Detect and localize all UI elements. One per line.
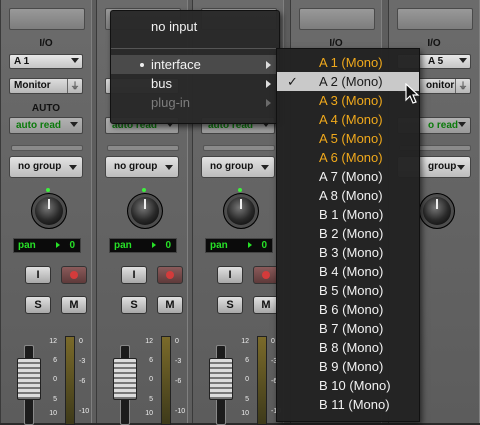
bullet-icon — [140, 63, 144, 67]
menu-separator — [111, 48, 279, 49]
arrow-right-icon — [56, 242, 60, 248]
submenu-item-a8[interactable]: A 8 (Mono) — [277, 186, 419, 205]
insert-slot[interactable] — [9, 8, 85, 30]
group-divider — [203, 145, 275, 151]
chevron-down-icon — [261, 165, 269, 170]
submenu-item-a1[interactable]: A 1 (Mono) — [277, 53, 419, 72]
menu-item-no-input[interactable]: no input — [151, 19, 197, 34]
insert-slot[interactable] — [397, 8, 473, 30]
chevron-down-icon — [70, 122, 78, 127]
submenu-arrow-icon — [266, 61, 271, 69]
level-meter — [257, 336, 267, 425]
record-icon — [70, 271, 78, 279]
mute-button[interactable]: M — [61, 296, 87, 314]
input-button[interactable]: I — [217, 266, 243, 284]
pan-knob[interactable] — [127, 193, 163, 229]
arrow-right-icon — [152, 242, 156, 248]
menu-item-plug-in: plug-in — [111, 93, 279, 112]
input-selector[interactable]: A 1 — [9, 54, 83, 69]
pan-knob[interactable] — [223, 193, 259, 229]
auto-label: AUTO — [31, 103, 61, 114]
record-button[interactable] — [61, 266, 87, 284]
group-divider — [11, 145, 83, 151]
submenu-item-a4[interactable]: A 4 (Mono) — [277, 110, 419, 129]
group-selector[interactable]: no group — [105, 156, 179, 178]
mic-icon[interactable]: ⏚ — [455, 79, 470, 93]
record-icon — [262, 271, 270, 279]
volume-fader[interactable] — [113, 358, 137, 400]
chevron-down-icon — [69, 165, 77, 170]
pan-display: pan 0 — [205, 238, 273, 253]
submenu-item-b11[interactable]: B 11 (Mono) — [277, 395, 419, 414]
pan-display: pan 0 — [13, 238, 81, 253]
solo-button[interactable]: S — [121, 296, 147, 314]
group-selector[interactable]: no group — [201, 156, 275, 178]
level-meter — [161, 336, 171, 425]
submenu-item-a2[interactable]: ✓ A 2 (Mono) — [277, 72, 419, 91]
chevron-down-icon — [165, 165, 173, 170]
group-divider — [107, 145, 179, 151]
input-button[interactable]: I — [121, 266, 147, 284]
pan-knob[interactable] — [31, 193, 67, 229]
interface-submenu: A 1 (Mono) ✓ A 2 (Mono) A 3 (Mono) A 4 (M… — [276, 48, 420, 422]
pan-led — [46, 188, 50, 192]
input-context-menu: no input interface bus plug-in — [110, 10, 280, 124]
submenu-arrow-icon — [266, 99, 271, 107]
submenu-item-b2[interactable]: B 2 (Mono) — [277, 224, 419, 243]
channel-strip-1: I/O A 1 Monitor ⏚ AUTO auto read no group… — [0, 0, 92, 425]
group-selector[interactable]: no group — [9, 156, 83, 178]
input-button[interactable]: I — [25, 266, 51, 284]
insert-slot[interactable] — [299, 8, 375, 30]
submenu-item-b10[interactable]: B 10 (Mono) — [277, 376, 419, 395]
submenu-item-b8[interactable]: B 8 (Mono) — [277, 338, 419, 357]
monitor-selector[interactable]: Monitor ⏚ — [9, 78, 83, 94]
volume-fader[interactable] — [17, 358, 41, 400]
chevron-down-icon — [458, 122, 466, 127]
submenu-item-a5[interactable]: A 5 (Mono) — [277, 129, 419, 148]
record-icon — [166, 271, 174, 279]
solo-button[interactable]: S — [25, 296, 51, 314]
chevron-down-icon — [459, 58, 467, 63]
level-meter — [65, 336, 75, 425]
submenu-item-a6[interactable]: A 6 (Mono) — [277, 148, 419, 167]
mic-icon[interactable]: ⏚ — [67, 79, 82, 93]
record-button[interactable] — [157, 266, 183, 284]
chevron-down-icon — [71, 58, 79, 63]
io-label: I/O — [39, 38, 53, 49]
submenu-item-b5[interactable]: B 5 (Mono) — [277, 281, 419, 300]
mute-button[interactable]: M — [157, 296, 183, 314]
submenu-item-a7[interactable]: A 7 (Mono) — [277, 167, 419, 186]
submenu-item-b1[interactable]: B 1 (Mono) — [277, 205, 419, 224]
solo-button[interactable]: S — [217, 296, 243, 314]
submenu-item-b6[interactable]: B 6 (Mono) — [277, 300, 419, 319]
arrow-right-icon — [248, 242, 252, 248]
checkmark-icon: ✓ — [287, 74, 298, 89]
submenu-arrow-icon — [266, 80, 271, 88]
volume-fader[interactable] — [209, 358, 233, 400]
pan-led — [142, 188, 146, 192]
submenu-item-b4[interactable]: B 4 (Mono) — [277, 262, 419, 281]
pan-led — [238, 188, 242, 192]
mixer-window: I/O A 1 Monitor ⏚ AUTO auto read no group… — [0, 0, 480, 425]
submenu-item-b3[interactable]: B 3 (Mono) — [277, 243, 419, 262]
submenu-item-b7[interactable]: B 7 (Mono) — [277, 319, 419, 338]
automation-mode-selector[interactable]: auto read — [9, 117, 83, 134]
pan-display: pan 0 — [109, 238, 177, 253]
submenu-item-b9[interactable]: B 9 (Mono) — [277, 357, 419, 376]
submenu-item-a3[interactable]: A 3 (Mono) — [277, 91, 419, 110]
menu-item-interface[interactable]: interface — [111, 55, 279, 74]
chevron-down-icon — [457, 165, 465, 170]
mouse-cursor-icon — [405, 83, 420, 104]
pan-knob[interactable] — [419, 193, 455, 229]
menu-item-bus[interactable]: bus — [111, 74, 279, 93]
